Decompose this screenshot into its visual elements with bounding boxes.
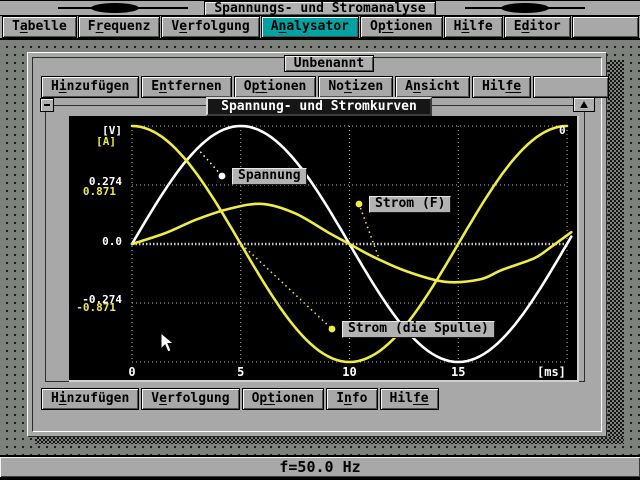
desktop: Spannungs- und Stromanalyse TabelleFrequ…	[0, 0, 640, 480]
y-axis-label-a: [A]	[56, 136, 116, 148]
up-arrow-icon	[580, 101, 588, 108]
bottom-button-row: HinzufügenVerfolgungOptionenInfoHilfe	[41, 388, 441, 410]
menu-item-tabelle[interactable]: Tabelle	[2, 16, 77, 38]
menu-item-optionen[interactable]: Optionen	[360, 16, 443, 38]
menu-item-verfolgung[interactable]: Verfolgung	[161, 16, 259, 38]
top-button-optionen[interactable]: Optionen	[234, 76, 317, 98]
y-axis-label-0-871: -0.871	[56, 302, 116, 314]
top-button-ansicht[interactable]: Ansicht	[395, 76, 470, 98]
x-axis-unit: [ms]	[537, 366, 566, 378]
curve-label-spannung[interactable]: Spannung	[232, 168, 307, 185]
menu-spacer	[572, 16, 639, 38]
y-axis-label-0-0: 0.0	[62, 236, 122, 248]
status-bar-wrap: f=50.0 Hz	[0, 455, 640, 480]
menubar: TabelleFrequenzVerfolgungAnalysatorOptio…	[0, 16, 640, 40]
top-button-hilfe[interactable]: Hilfe	[472, 76, 531, 98]
minus-icon	[44, 104, 50, 106]
menu-item-editor[interactable]: Editor	[504, 16, 571, 38]
curve-label-strom-die-spulle[interactable]: Strom (die Spulle)	[342, 321, 495, 338]
chart-minimize-button[interactable]	[40, 98, 54, 112]
x-axis-tick-5: 5	[226, 366, 256, 378]
chart-scroll-up-button[interactable]	[573, 97, 595, 112]
bottom-button-hilfe[interactable]: Hilfe	[380, 388, 439, 410]
marker-dot-strom-die-spulle	[329, 326, 336, 333]
button-row-spacer	[533, 76, 609, 98]
bottom-button-verfolgung[interactable]: Verfolgung	[141, 388, 239, 410]
menu-item-analysator[interactable]: Analysator	[261, 16, 359, 38]
plot-area: SpannungStrom (F)Strom (die Spulle)[V][A…	[69, 116, 579, 382]
status-bar: f=50.0 Hz	[0, 457, 640, 477]
app-title: Spannungs- und Stromanalyse	[204, 1, 436, 16]
x-axis-tick-10: 10	[335, 366, 365, 378]
top-button-notizen[interactable]: Notizen	[318, 76, 393, 98]
curve-strom-f	[132, 204, 571, 282]
curve-label-strom-f[interactable]: Strom (F)	[369, 196, 451, 213]
corner-label: 0	[559, 125, 566, 137]
window-title: Unbenannt	[284, 55, 374, 72]
window-shadow-bottom	[35, 437, 624, 444]
x-axis-tick-15: 15	[443, 366, 473, 378]
top-button-row: HinzufügenEntfernenOptionenNotizenAnsich…	[41, 76, 611, 98]
marker-dot-spannung	[219, 173, 226, 180]
titlebar: Spannungs- und Stromanalyse	[0, 0, 640, 16]
y-axis-label-0-871: 0.871	[56, 186, 116, 198]
titlebar-ornament-left	[8, 1, 200, 16]
x-axis-tick-0: 0	[117, 366, 147, 378]
mouse-cursor	[160, 332, 176, 354]
window-shadow-right	[608, 60, 624, 444]
chart-title: Spannung- und Stromkurven	[206, 97, 432, 116]
menu-item-frequenz[interactable]: Frequenz	[78, 16, 161, 38]
chart-canvas	[69, 116, 579, 382]
bottom-button-optionen[interactable]: Optionen	[242, 388, 325, 410]
titlebar-ornament-right	[437, 1, 607, 16]
marker-dot-strom-f	[356, 201, 363, 208]
menu-item-hilfe[interactable]: Hilfe	[444, 16, 503, 38]
main-window: Unbenannt HinzufügenEntfernenOptionenNot…	[27, 52, 607, 437]
bottom-button-hinzuf-gen[interactable]: Hinzufügen	[41, 388, 139, 410]
top-button-hinzuf-gen[interactable]: Hinzufügen	[41, 76, 139, 98]
bottom-button-info[interactable]: Info	[326, 388, 377, 410]
top-button-entfernen[interactable]: Entfernen	[141, 76, 231, 98]
